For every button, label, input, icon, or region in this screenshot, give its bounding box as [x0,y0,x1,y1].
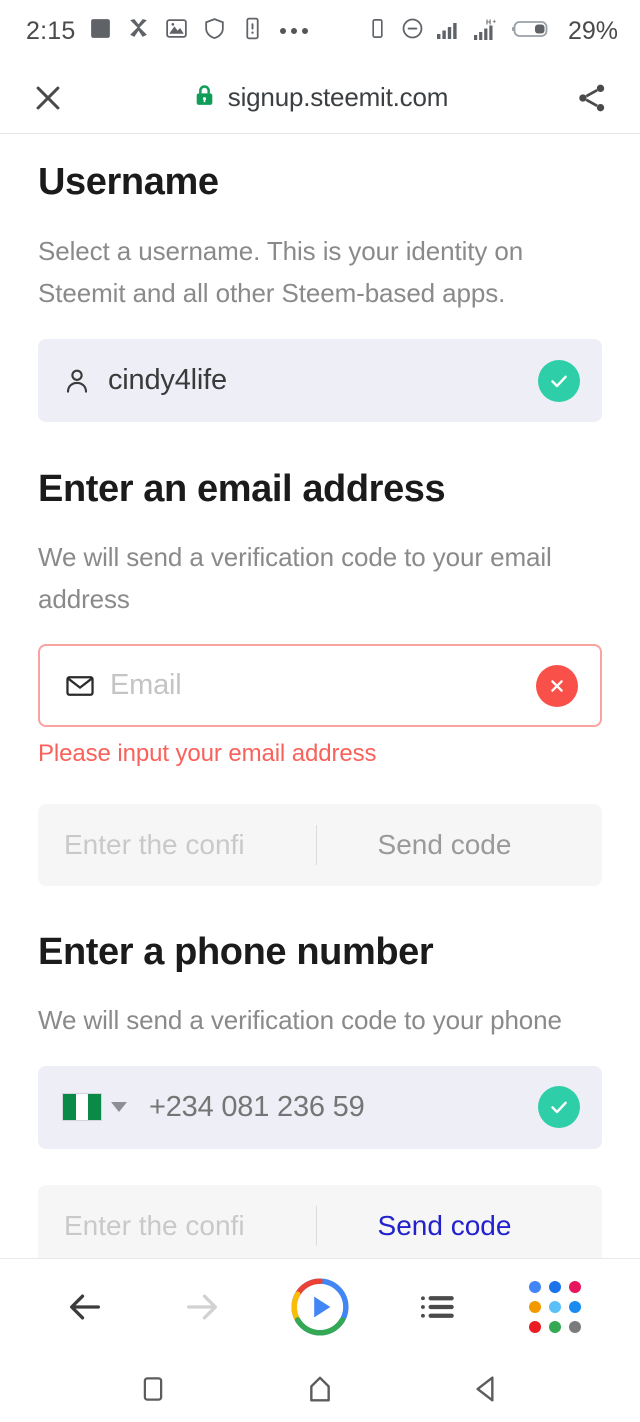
status-bar: 2:15 H + 29% [0,0,640,62]
android-nav-bar [0,1355,640,1422]
username-section: Username Select a username. This is your… [38,135,602,423]
person-icon [62,366,106,396]
email-section: Enter an email address We will send a ve… [38,468,602,887]
email-send-code-button[interactable]: Send code [317,829,602,861]
share-button[interactable] [570,81,614,115]
status-bar-right: H + 29% [366,16,618,46]
more-dots-icon [280,28,309,34]
username-value: cindy4life [108,364,227,397]
username-heading: Username [38,161,219,203]
phone-description: We will send a verification code to your… [38,1004,562,1035]
phone-confirmation-row: Enter the confi Send code [38,1184,602,1258]
browser-url-bar: signup.steemit.com [0,62,640,134]
browser-bottom-bar [0,1258,640,1355]
email-input[interactable]: Email [38,644,602,728]
chevron-down-icon[interactable] [111,1102,127,1113]
square-badge-icon [88,16,113,46]
signup-page-content: Username Select a username. This is your… [0,135,640,1258]
phone-alert-icon [240,16,265,46]
dnd-icon [400,16,425,46]
signal-2-hplus-icon: H + [473,17,501,46]
phone-section: Enter a phone number We will send a veri… [38,931,602,1258]
browser-apps-menu-icon[interactable] [519,1271,591,1343]
email-placeholder: Email [110,669,182,702]
email-invalid-x-icon[interactable] [536,664,578,707]
email-confirmation-row: Enter the confi Send code [38,804,602,887]
email-error-message: Please input your email address [38,740,377,768]
email-heading: Enter an email address [38,468,446,511]
phone-valid-check-icon [538,1086,580,1129]
username-valid-check-icon [538,359,580,402]
battery-icon [511,17,554,46]
browser-tabs-list-icon[interactable] [402,1271,474,1343]
dot-grid-icon [529,1281,582,1333]
svg-text:H: H [486,19,491,26]
shield-icon [202,16,227,46]
phone-input[interactable]: +234 081 236 59 [38,1065,602,1149]
battery-percent-label: 29% [567,16,618,45]
email-description: We will send a verification code to your… [38,541,552,614]
phone-confirmation-code-input[interactable]: Enter the confi [38,1210,316,1242]
browser-home-button[interactable] [284,1271,356,1343]
android-back-button[interactable] [452,1364,522,1414]
svg-text:+: + [492,19,496,25]
android-recents-button[interactable] [118,1364,188,1414]
url-text: signup.steemit.com [227,82,449,112]
phone-value: +234 081 236 59 [149,1090,365,1123]
signal-1-icon [436,18,462,45]
url-display[interactable]: signup.steemit.com [0,82,640,113]
email-confirmation-code-input[interactable]: Enter the confi [38,829,316,861]
android-home-button[interactable] [285,1364,355,1414]
envelope-icon [64,670,108,702]
status-bar-clock: 2:15 [26,16,76,45]
lock-icon [192,83,217,113]
browser-back-button[interactable] [49,1271,121,1343]
close-tab-button[interactable] [26,81,70,115]
username-description: Select a username. This is your identity… [38,235,524,308]
device-icon [366,17,389,45]
nigeria-flag-icon[interactable] [62,1093,102,1122]
status-bar-left: 2:15 [26,16,309,46]
photo-icon [164,16,189,46]
phone-heading: Enter a phone number [38,931,434,974]
phone-send-code-button[interactable]: Send code [317,1210,602,1242]
username-input[interactable]: cindy4life [38,339,602,423]
browser-forward-button[interactable] [166,1271,238,1343]
x-app-icon [126,16,151,46]
